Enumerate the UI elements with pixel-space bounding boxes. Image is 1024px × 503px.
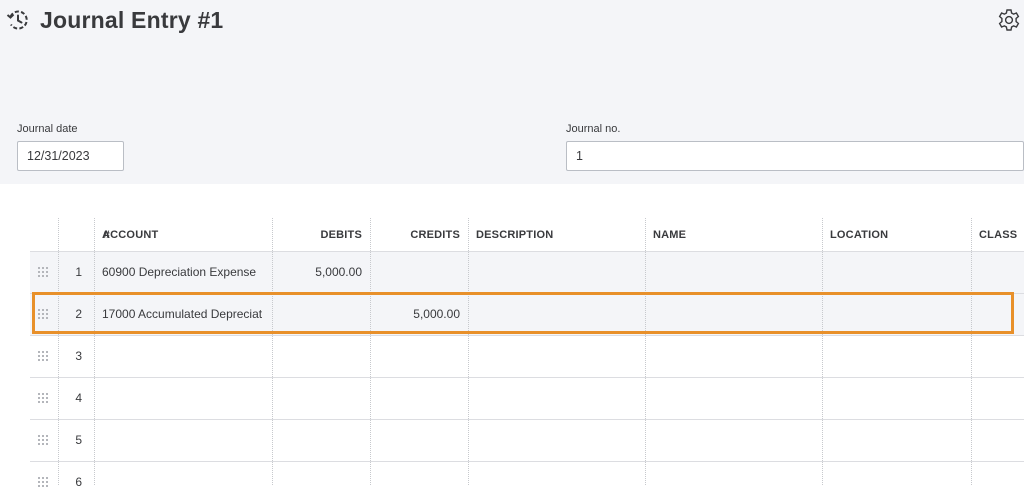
row-number: 6	[75, 475, 82, 489]
history-clock-icon[interactable]	[5, 7, 31, 33]
journal-date-label: Journal date	[17, 123, 78, 135]
class-cell[interactable]	[971, 419, 1024, 461]
credits-cell[interactable]	[370, 461, 468, 485]
location-cell[interactable]	[822, 251, 971, 293]
class-cell[interactable]	[971, 293, 1024, 335]
column-divider	[468, 218, 469, 485]
location-cell[interactable]	[822, 293, 971, 335]
description-cell[interactable]	[468, 335, 645, 377]
gear-icon[interactable]	[996, 7, 1022, 33]
credits-cell[interactable]	[370, 377, 468, 419]
location-cell[interactable]	[822, 377, 971, 419]
drag-handle-icon[interactable]	[38, 309, 48, 319]
description-cell[interactable]	[468, 293, 645, 335]
journal-no-label: Journal no.	[566, 123, 621, 135]
credits-cell[interactable]	[370, 251, 468, 293]
col-header-class: CLASS	[979, 228, 1018, 241]
row-number: 3	[75, 349, 82, 363]
row-number: 2	[75, 307, 82, 321]
table-row[interactable]: 5	[30, 419, 1024, 461]
debits-cell[interactable]	[272, 461, 370, 485]
table-row[interactable]: 6	[30, 461, 1024, 489]
col-header-debits: DEBITS	[320, 228, 362, 241]
column-divider	[645, 218, 646, 485]
drag-handle-icon[interactable]	[38, 435, 48, 445]
drag-handle-icon[interactable]	[38, 393, 48, 403]
description-cell[interactable]	[468, 419, 645, 461]
debits-cell[interactable]: 5,000.00	[272, 251, 370, 293]
journal-no-input[interactable]	[566, 141, 1024, 171]
column-divider	[272, 218, 273, 485]
credits-cell[interactable]	[370, 419, 468, 461]
col-header-name: NAME	[653, 228, 687, 241]
row-divider	[30, 377, 1024, 378]
column-divider	[94, 218, 95, 485]
class-cell[interactable]	[971, 377, 1024, 419]
account-cell[interactable]: 17000 Accumulated Depreciat	[94, 293, 272, 335]
debits-cell[interactable]	[272, 377, 370, 419]
class-cell[interactable]	[971, 461, 1024, 485]
name-cell[interactable]	[645, 293, 822, 335]
description-cell[interactable]	[468, 377, 645, 419]
column-divider	[370, 218, 371, 485]
name-cell[interactable]	[645, 461, 822, 485]
location-cell[interactable]	[822, 461, 971, 485]
location-cell[interactable]	[822, 419, 971, 461]
class-cell[interactable]	[971, 335, 1024, 377]
drag-handle-icon[interactable]	[38, 477, 48, 487]
table-row[interactable]: 4	[30, 377, 1024, 419]
journal-date-input[interactable]	[17, 141, 124, 171]
class-cell[interactable]	[971, 251, 1024, 293]
row-divider	[30, 293, 1024, 294]
credits-cell[interactable]	[370, 335, 468, 377]
name-cell[interactable]	[645, 335, 822, 377]
row-divider	[30, 461, 1024, 462]
account-cell[interactable]	[94, 461, 272, 485]
name-cell[interactable]	[645, 419, 822, 461]
page-title: Journal Entry #1	[40, 7, 224, 33]
description-cell[interactable]	[468, 461, 645, 485]
col-header-credits: CREDITS	[410, 228, 460, 241]
journal-header-panel: Journal Entry #1 Journal date Journal no…	[0, 0, 1024, 184]
row-number: 5	[75, 433, 82, 447]
row-divider	[30, 419, 1024, 420]
col-header-account: ACCOUNT	[102, 228, 159, 241]
account-cell[interactable]	[94, 377, 272, 419]
debits-cell[interactable]	[272, 293, 370, 335]
drag-handle-icon[interactable]	[38, 351, 48, 361]
column-divider	[822, 218, 823, 485]
name-cell[interactable]	[645, 377, 822, 419]
debits-cell[interactable]	[272, 335, 370, 377]
row-divider	[30, 251, 1024, 252]
column-divider	[971, 218, 972, 485]
drag-handle-icon[interactable]	[38, 267, 48, 277]
col-header-description: DESCRIPTION	[476, 228, 554, 241]
table-row[interactable]: 3	[30, 335, 1024, 377]
account-cell[interactable]	[94, 335, 272, 377]
credits-cell[interactable]: 5,000.00	[370, 293, 468, 335]
column-divider	[58, 218, 59, 485]
row-divider	[30, 335, 1024, 336]
description-cell[interactable]	[468, 251, 645, 293]
row-number: 1	[75, 265, 82, 279]
location-cell[interactable]	[822, 335, 971, 377]
row-number: 4	[75, 391, 82, 405]
table-header-row: # ACCOUNT DEBITS CREDITS DESCRIPTION NAM…	[30, 218, 1024, 251]
account-cell[interactable]: 60900 Depreciation Expense	[94, 251, 272, 293]
table-row[interactable]: 1 60900 Depreciation Expense 5,000.00	[30, 251, 1024, 293]
debits-cell[interactable]	[272, 419, 370, 461]
name-cell[interactable]	[645, 251, 822, 293]
account-cell[interactable]	[94, 419, 272, 461]
col-header-location: LOCATION	[830, 228, 889, 241]
table-row[interactable]: 2 17000 Accumulated Depreciat 5,000.00	[30, 293, 1024, 335]
